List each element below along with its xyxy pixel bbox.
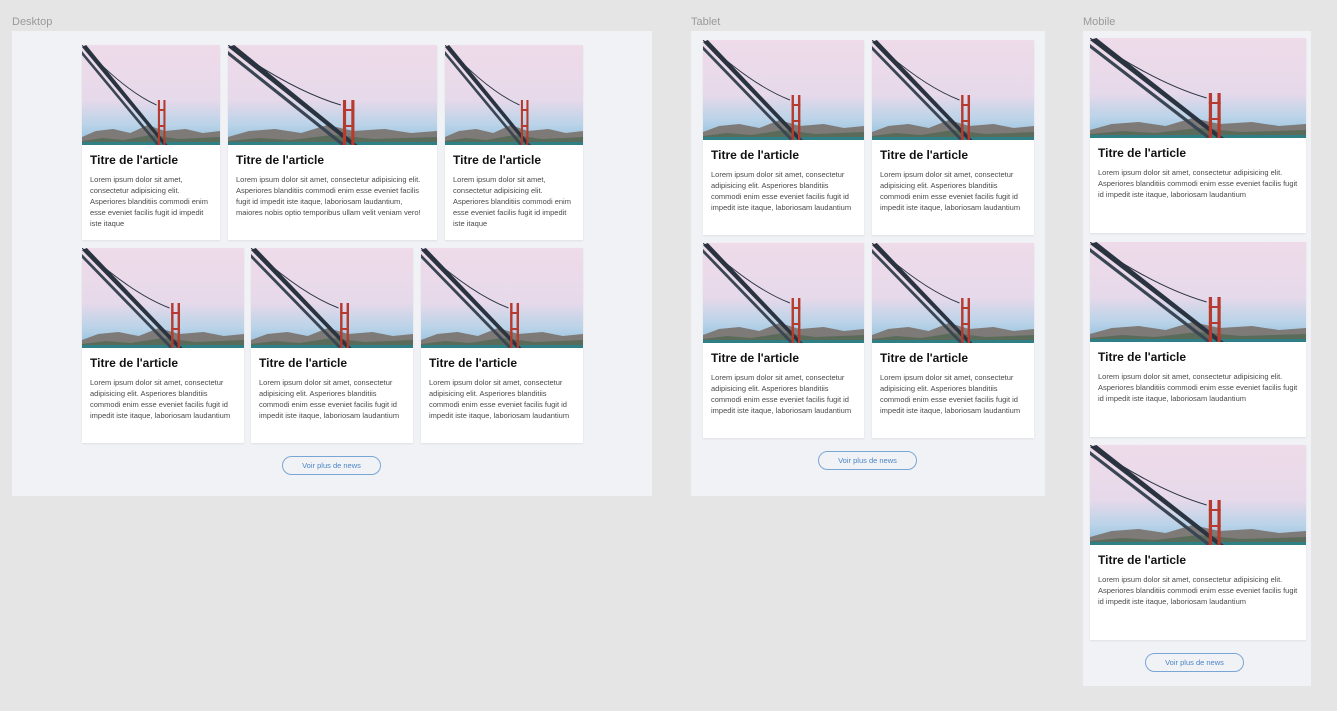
article-excerpt: Lorem ipsum dolor sit amet, consectetur … bbox=[236, 175, 421, 217]
article-image bbox=[703, 243, 864, 343]
article-excerpt: Lorem ipsum dolor sit amet, consectetur … bbox=[1098, 575, 1298, 606]
article-image bbox=[1090, 242, 1306, 342]
article-image bbox=[82, 248, 244, 348]
tablet-more-news-button[interactable]: Voir plus de news bbox=[818, 451, 917, 470]
tablet-article-card[interactable]: Titre de l'article Lorem ipsum dolor sit … bbox=[872, 243, 1034, 438]
article-excerpt: Lorem ipsum dolor sit amet, consectetur … bbox=[429, 378, 570, 420]
article-title: Titre de l'article bbox=[880, 148, 969, 162]
article-excerpt: Lorem ipsum dolor sit amet, consectetur … bbox=[880, 373, 1021, 415]
article-title: Titre de l'article bbox=[880, 351, 969, 365]
article-excerpt: Lorem ipsum dolor sit amet, consectetur … bbox=[90, 175, 208, 228]
article-title: Titre de l'article bbox=[1098, 350, 1187, 364]
tablet-article-card[interactable]: Titre de l'article Lorem ipsum dolor sit … bbox=[872, 40, 1034, 235]
article-excerpt: Lorem ipsum dolor sit amet, consectetur … bbox=[880, 170, 1021, 212]
desktop-article-card[interactable]: Titre de l'article Lorem ipsum dolor sit … bbox=[82, 45, 220, 240]
article-image bbox=[228, 45, 437, 145]
article-title: Titre de l'article bbox=[1098, 553, 1187, 567]
tablet-article-card[interactable]: Titre de l'article Lorem ipsum dolor sit … bbox=[703, 40, 864, 235]
article-excerpt: Lorem ipsum dolor sit amet, consectetur … bbox=[1098, 372, 1298, 403]
article-image bbox=[1090, 38, 1306, 138]
article-image bbox=[872, 243, 1034, 343]
desktop-article-card[interactable]: Titre de l'article Lorem ipsum dolor sit … bbox=[82, 248, 244, 443]
frame-label-tablet: Tablet bbox=[691, 16, 721, 28]
desktop-article-card[interactable]: Titre de l'article Lorem ipsum dolor sit … bbox=[421, 248, 583, 443]
article-excerpt: Lorem ipsum dolor sit amet, consectetur … bbox=[90, 378, 231, 420]
mobile-article-card[interactable]: Titre de l'article Lorem ipsum dolor sit … bbox=[1090, 242, 1306, 437]
article-image bbox=[703, 40, 864, 140]
article-excerpt: Lorem ipsum dolor sit amet, consectetur … bbox=[1098, 168, 1298, 199]
article-excerpt: Lorem ipsum dolor sit amet, consectetur … bbox=[259, 378, 400, 420]
mobile-more-news-button[interactable]: Voir plus de news bbox=[1145, 653, 1244, 672]
article-title: Titre de l'article bbox=[711, 351, 800, 365]
desktop-article-card[interactable]: Titre de l'article Lorem ipsum dolor sit … bbox=[228, 45, 437, 240]
article-title: Titre de l'article bbox=[236, 153, 325, 167]
article-title: Titre de l'article bbox=[259, 356, 348, 370]
frame-label-mobile: Mobile bbox=[1083, 16, 1116, 28]
article-title: Titre de l'article bbox=[453, 153, 542, 167]
article-excerpt: Lorem ipsum dolor sit amet, consectetur … bbox=[711, 170, 852, 212]
article-excerpt: Lorem ipsum dolor sit amet, consectetur … bbox=[711, 373, 852, 415]
article-title: Titre de l'article bbox=[1098, 146, 1187, 160]
desktop-article-card[interactable]: Titre de l'article Lorem ipsum dolor sit … bbox=[251, 248, 413, 443]
article-image bbox=[251, 248, 413, 348]
mobile-article-card[interactable]: Titre de l'article Lorem ipsum dolor sit … bbox=[1090, 445, 1306, 640]
article-title: Titre de l'article bbox=[429, 356, 518, 370]
article-title: Titre de l'article bbox=[90, 153, 179, 167]
article-image bbox=[1090, 445, 1306, 545]
article-title: Titre de l'article bbox=[90, 356, 179, 370]
article-image bbox=[82, 45, 220, 145]
article-title: Titre de l'article bbox=[711, 148, 800, 162]
desktop-article-card[interactable]: Titre de l'article Lorem ipsum dolor sit … bbox=[445, 45, 583, 240]
mobile-article-card[interactable]: Titre de l'article Lorem ipsum dolor sit … bbox=[1090, 38, 1306, 233]
frame-label-desktop: Desktop bbox=[12, 16, 53, 28]
tablet-article-card[interactable]: Titre de l'article Lorem ipsum dolor sit … bbox=[703, 243, 864, 438]
article-image bbox=[445, 45, 583, 145]
desktop-more-news-button[interactable]: Voir plus de news bbox=[282, 456, 381, 475]
article-image bbox=[872, 40, 1034, 140]
article-image bbox=[421, 248, 583, 348]
article-excerpt: Lorem ipsum dolor sit amet, consectetur … bbox=[453, 175, 571, 228]
